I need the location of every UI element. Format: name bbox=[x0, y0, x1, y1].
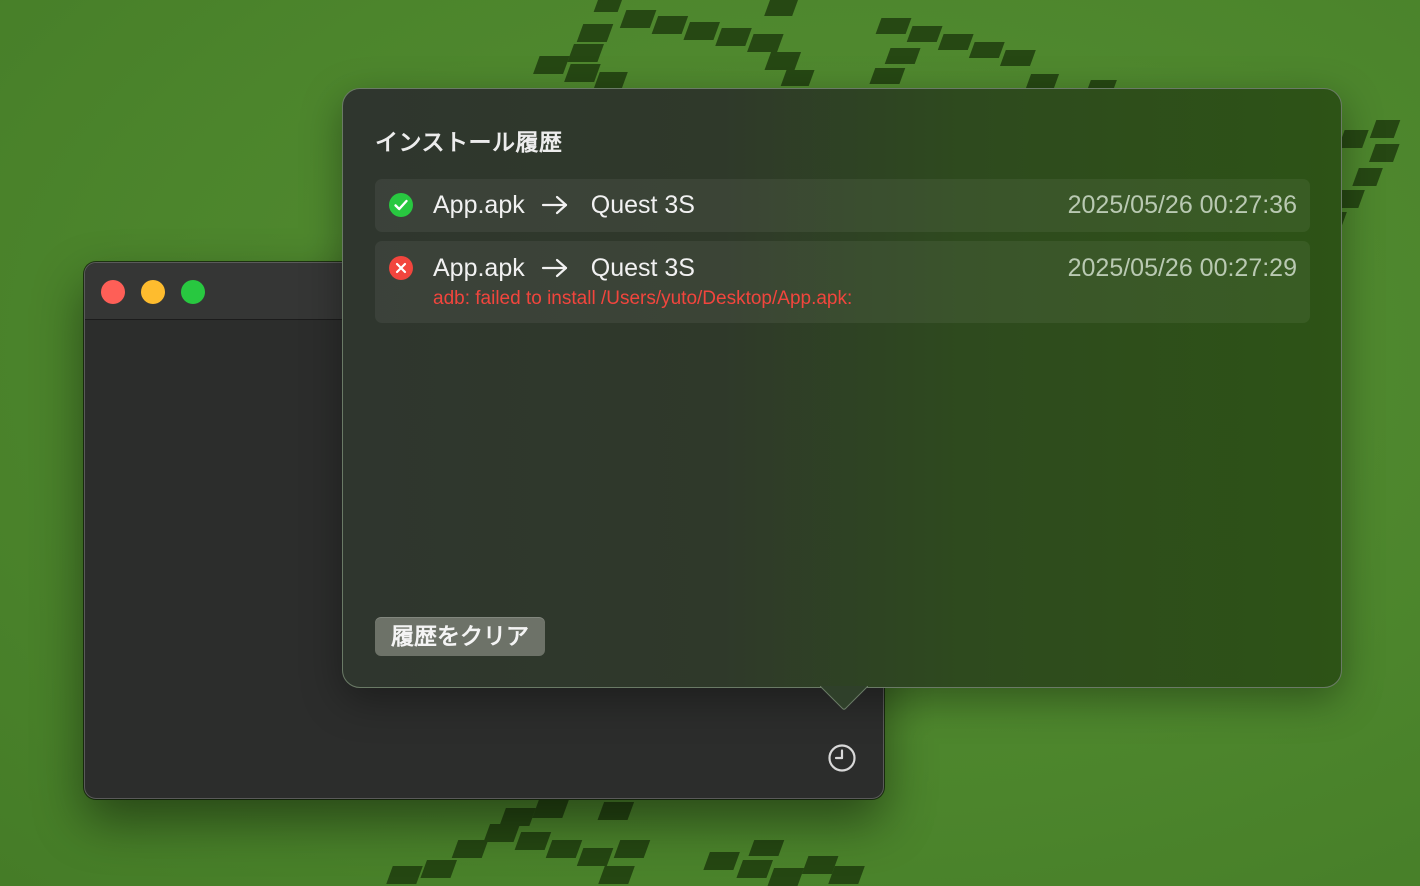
arrow-right-icon bbox=[541, 258, 567, 278]
checkmark-circle-icon bbox=[389, 193, 413, 217]
history-item-file: App.apk bbox=[433, 253, 525, 282]
window-zoom-button[interactable] bbox=[181, 280, 205, 304]
install-history-popover: インストール履歴 App.apk Quest 3S 2025/05/26 00:… bbox=[342, 88, 1342, 688]
window-minimize-button[interactable] bbox=[141, 280, 165, 304]
history-item-timestamp: 2025/05/26 00:27:36 bbox=[1067, 191, 1297, 219]
history-item-summary: App.apk Quest 3S bbox=[433, 189, 695, 221]
x-circle-icon bbox=[389, 256, 413, 280]
history-item: App.apk Quest 3S 2025/05/26 00:27:29 adb… bbox=[375, 241, 1310, 323]
history-item-timestamp: 2025/05/26 00:27:29 bbox=[1067, 254, 1297, 282]
popover-title: インストール履歴 bbox=[375, 129, 563, 155]
history-item-summary: App.apk Quest 3S bbox=[433, 252, 695, 284]
window-close-button[interactable] bbox=[101, 280, 125, 304]
history-button[interactable] bbox=[827, 743, 857, 773]
history-item-file: App.apk bbox=[433, 190, 525, 219]
history-item-error-message: adb: failed to install /Users/yuto/Deskt… bbox=[433, 288, 853, 309]
history-item-device: Quest 3S bbox=[590, 253, 695, 282]
clock-icon bbox=[828, 744, 856, 772]
history-item: App.apk Quest 3S 2025/05/26 00:27:36 bbox=[375, 179, 1310, 232]
popover-arrow bbox=[820, 686, 868, 710]
clear-history-button[interactable]: 履歴をクリア bbox=[375, 617, 545, 656]
arrow-right-icon bbox=[541, 195, 567, 215]
history-item-device: Quest 3S bbox=[590, 190, 695, 219]
